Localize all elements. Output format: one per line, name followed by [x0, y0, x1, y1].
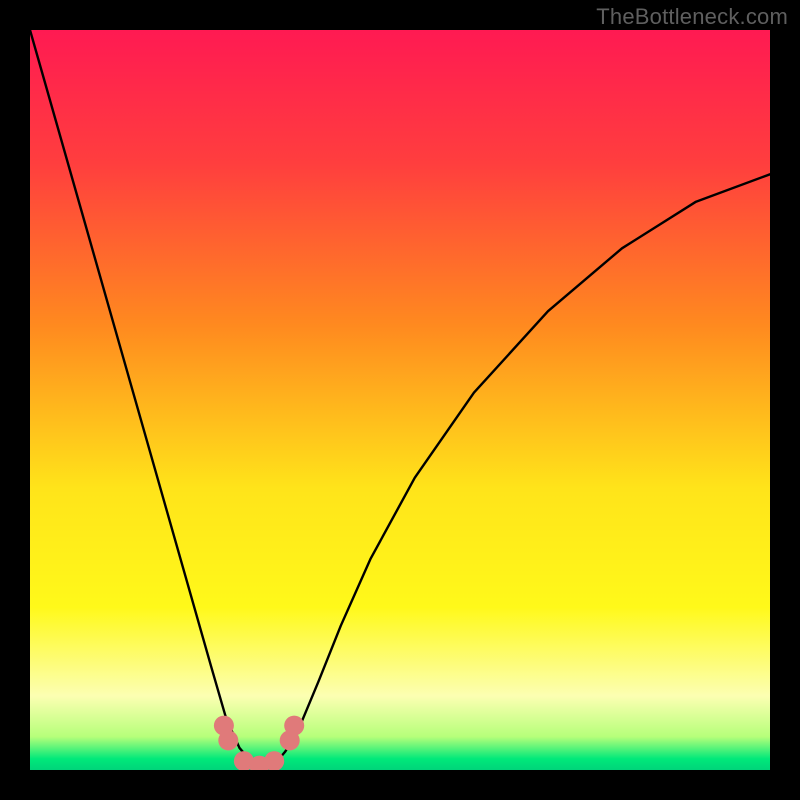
marker-dot	[218, 730, 238, 750]
marker-dot	[284, 716, 304, 736]
marker-dot	[264, 751, 284, 770]
watermark-text: TheBottleneck.com	[596, 4, 788, 30]
chart-frame: TheBottleneck.com	[0, 0, 800, 800]
bottleneck-curve	[30, 30, 770, 768]
curve-layer	[30, 30, 770, 770]
marker-dots	[214, 716, 304, 770]
plot-area	[30, 30, 770, 770]
